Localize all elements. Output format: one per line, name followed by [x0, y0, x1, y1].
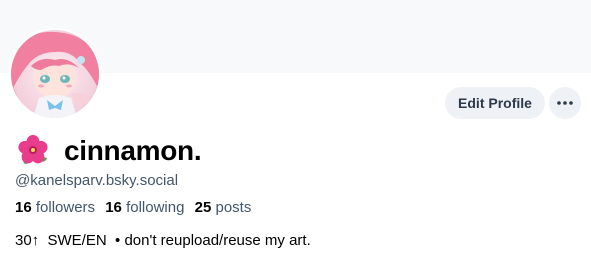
ellipsis-icon	[557, 101, 573, 105]
profile-stats: 16 followers 16 following 25 posts	[15, 199, 257, 216]
display-name: cinnamon.	[64, 135, 202, 166]
followers-label: followers	[35, 199, 96, 216]
posts-label: posts	[215, 199, 252, 216]
edit-profile-button[interactable]: Edit Profile	[445, 87, 545, 119]
more-options-button[interactable]	[549, 87, 581, 119]
profile-avatar[interactable]	[9, 28, 101, 120]
followers-count: 16	[15, 199, 32, 216]
display-name-row: cinnamon.	[17, 133, 202, 169]
profile-bio: 30↑ SWE/EN • don't reupload/reuse my art…	[15, 232, 311, 249]
following-stat[interactable]: 16 following	[105, 199, 184, 216]
posts-count: 25	[194, 199, 212, 216]
posts-stat: 25 posts	[195, 199, 252, 216]
hibiscus-flower-icon	[18, 135, 48, 164]
avatar-image	[11, 30, 99, 118]
following-label: following	[126, 199, 185, 216]
followers-stat[interactable]: 16 followers	[15, 199, 95, 216]
profile-handle: @kanelsparv.bsky.social	[15, 172, 179, 189]
following-count: 16	[105, 199, 122, 216]
